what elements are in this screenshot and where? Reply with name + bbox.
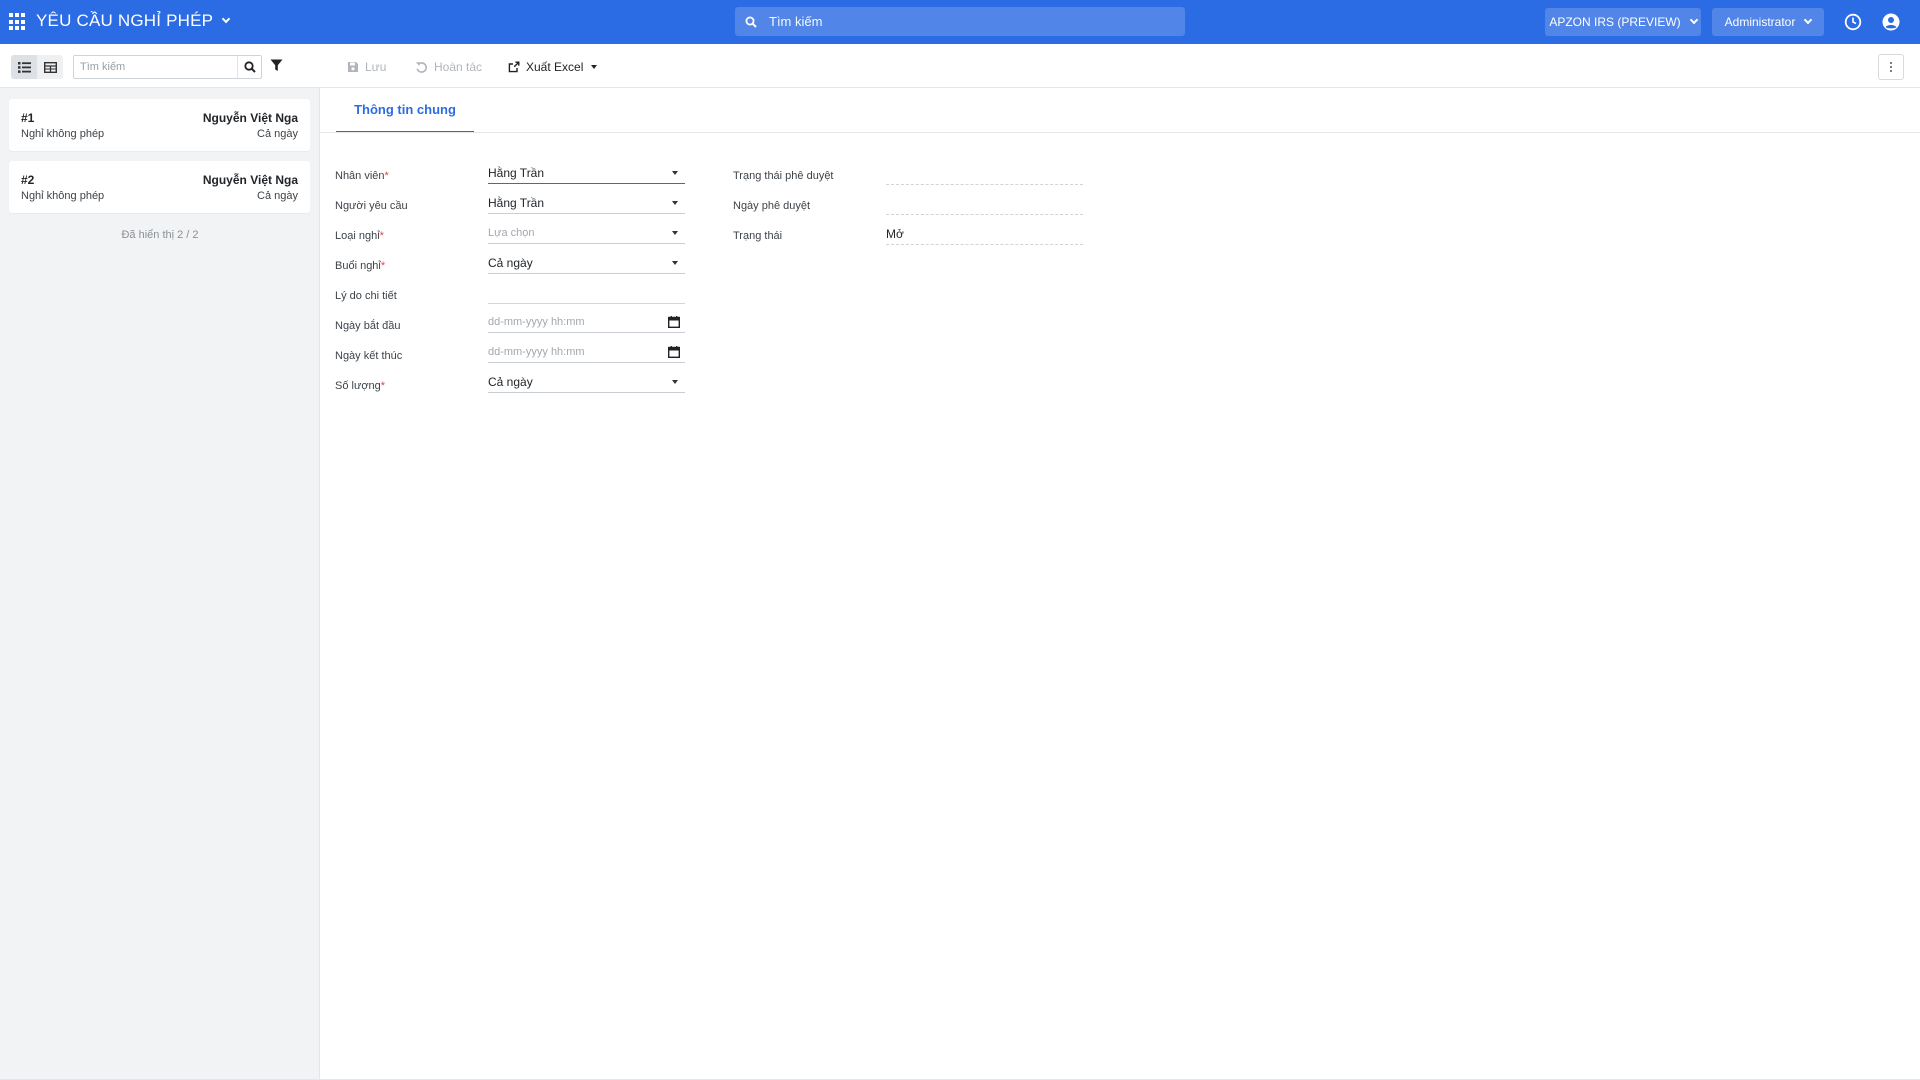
save-button[interactable]: Lưu — [347, 58, 386, 76]
list-view-button[interactable] — [11, 55, 37, 79]
requester-label: Người yêu cầu — [335, 200, 408, 212]
global-search[interactable] — [735, 7, 1185, 36]
save-icon — [348, 62, 358, 72]
clock-icon[interactable] — [1844, 13, 1862, 31]
record-session: Cả ngày — [257, 190, 298, 202]
save-label: Lưu — [365, 60, 387, 74]
list-icon — [17, 61, 31, 73]
leave-type-label: Loại nghỉ* — [335, 230, 384, 242]
approval-date-label: Ngày phê duyệt — [733, 200, 811, 212]
account-icon[interactable] — [1882, 13, 1900, 31]
session-value: Cả ngày — [488, 255, 533, 270]
record-search-input[interactable] — [74, 61, 237, 73]
control-panel: Lưu Hoàn tác Xuất Excel — [0, 44, 1920, 88]
end-date-input[interactable]: dd-mm-yyyy hh:mm — [488, 341, 685, 363]
record-list-panel: #1 Nguyễn Việt Nga Nghỉ không phép Cả ng… — [0, 88, 320, 1080]
employee-label: Nhân viên* — [335, 170, 389, 182]
export-label: Xuất Excel — [526, 60, 584, 74]
status-label: Trạng thái — [733, 230, 783, 242]
leave-type-placeholder: Lựa chọn — [488, 226, 535, 239]
chevron-down-icon — [1689, 15, 1698, 25]
record-number: #2 — [21, 173, 35, 187]
apps-menu-icon[interactable] — [9, 13, 27, 31]
company-name: APZON IRS (PREVIEW) — [1549, 15, 1681, 29]
approval-date-field — [886, 193, 1083, 215]
requester-value: Hằng Trần — [488, 195, 545, 210]
record-card[interactable]: #1 Nguyễn Việt Nga Nghỉ không phép Cả ng… — [9, 99, 310, 151]
record-search[interactable] — [73, 55, 262, 79]
quantity-select[interactable]: Cả ngày — [488, 371, 685, 393]
caret-down-icon — [591, 65, 598, 69]
leave-type-select[interactable]: Lựa chọn — [488, 222, 685, 244]
calendar-icon[interactable] — [668, 315, 680, 328]
approval-status-field — [886, 163, 1083, 185]
company-switcher[interactable]: APZON IRS (PREVIEW) — [1545, 8, 1701, 36]
calendar-icon[interactable] — [668, 345, 680, 358]
more-vertical-icon — [1890, 62, 1892, 64]
quantity-label: Số lượng* — [335, 380, 386, 392]
table-icon — [43, 61, 57, 73]
export-excel-button[interactable]: Xuất Excel — [508, 58, 598, 76]
status-field: Mở — [886, 223, 1083, 245]
record-employee-name: Nguyễn Việt Nga — [202, 173, 298, 187]
chevron-down-icon — [221, 14, 231, 24]
start-date-label: Ngày bắt đầu — [335, 320, 401, 332]
record-employee-name: Nguyễn Việt Nga — [202, 111, 298, 125]
record-search-button[interactable] — [237, 56, 261, 78]
quantity-value: Cả ngày — [488, 374, 533, 389]
undo-icon — [415, 62, 427, 73]
session-label: Buổi nghỉ* — [335, 260, 386, 272]
employee-value: Hằng Trần — [488, 165, 545, 180]
record-count-label: Đã hiển thị 2 / 2 — [121, 229, 199, 241]
undo-label: Hoàn tác — [434, 60, 483, 74]
tab-divider — [320, 132, 1920, 133]
approval-status-label: Trạng thái phê duyệt — [733, 170, 834, 182]
more-options-button[interactable] — [1878, 54, 1904, 80]
record-leave-type: Nghỉ không phép — [21, 128, 105, 140]
global-search-input[interactable] — [769, 14, 1149, 29]
reason-label: Lý do chi tiết — [335, 290, 397, 302]
employee-select[interactable]: Hằng Trần — [488, 162, 685, 184]
dropdown-caret-icon — [672, 379, 678, 384]
start-date-input[interactable]: dd-mm-yyyy hh:mm — [488, 311, 685, 333]
dropdown-caret-icon — [672, 230, 678, 235]
requester-select[interactable]: Hằng Trần — [488, 192, 685, 214]
user-name: Administrator — [1724, 15, 1796, 29]
search-icon — [243, 61, 256, 73]
dropdown-caret-icon — [672, 200, 678, 205]
table-view-button[interactable] — [37, 55, 63, 79]
record-leave-type: Nghỉ không phép — [21, 190, 105, 202]
end-date-placeholder: dd-mm-yyyy hh:mm — [488, 345, 585, 358]
app-title-menu[interactable]: YÊU CẦU NGHỈ PHÉP — [36, 11, 231, 31]
user-menu[interactable]: Administrator — [1712, 8, 1824, 36]
dropdown-caret-icon — [672, 260, 678, 265]
top-navbar: YÊU CẦU NGHỈ PHÉP APZON IRS (PREVIEW) Ad… — [0, 0, 1920, 44]
start-date-placeholder: dd-mm-yyyy hh:mm — [488, 315, 585, 328]
undo-button[interactable]: Hoàn tác — [415, 58, 482, 76]
end-date-label: Ngày kết thúc — [335, 350, 403, 362]
record-card[interactable]: #2 Nguyễn Việt Nga Nghỉ không phép Cả ng… — [9, 161, 310, 213]
view-switcher — [11, 55, 63, 79]
session-select[interactable]: Cả ngày — [488, 252, 685, 274]
search-icon — [745, 16, 757, 28]
chevron-down-icon — [1804, 15, 1813, 25]
app-title: YÊU CẦU NGHỈ PHÉP — [36, 11, 214, 30]
reason-input[interactable] — [488, 282, 685, 304]
tab-general-info[interactable]: Thông tin chung — [336, 88, 474, 133]
tab-general-info-label: Thông tin chung — [354, 102, 456, 117]
dropdown-caret-icon — [672, 170, 678, 175]
export-icon — [508, 61, 520, 73]
filter-icon[interactable] — [270, 59, 283, 72]
record-session: Cả ngày — [257, 128, 298, 140]
status-value: Mở — [886, 226, 904, 241]
record-number: #1 — [21, 111, 35, 125]
